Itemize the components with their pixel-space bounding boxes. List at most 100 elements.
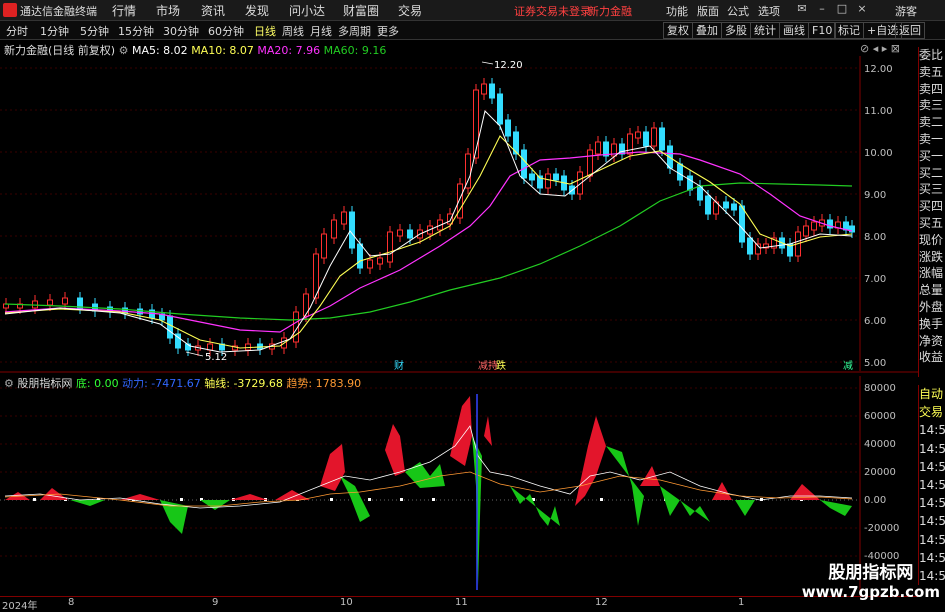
time-tick-dec: 12 [595, 597, 608, 608]
lock-icon[interactable]: ⊘ [860, 42, 869, 55]
mail-icon[interactable]: ✉ [795, 2, 809, 16]
tool-duogu[interactable]: 多股 [721, 22, 751, 39]
maximize-icon[interactable]: □ [835, 2, 849, 16]
candle-body [349, 211, 355, 249]
high-price-label: 12.20 [494, 60, 523, 71]
period-monthly[interactable]: 月线 [310, 23, 332, 39]
side-buy3[interactable]: 买三 [919, 181, 945, 198]
menu-shichang[interactable]: 市场 [156, 2, 180, 19]
side-buy2[interactable]: 买二 [919, 165, 945, 182]
side-sell4[interactable]: 卖四 [919, 81, 945, 98]
menu-jiaoyi[interactable]: 交易 [398, 2, 422, 19]
stock-link[interactable]: 新力金融 [588, 3, 632, 19]
candle-body [643, 131, 649, 147]
app-title: 通达信金融终端 [20, 5, 97, 18]
side2-time-2: 14:56 [919, 441, 945, 456]
candle-body [803, 225, 809, 237]
tool-huaxian[interactable]: 画线 [779, 22, 809, 39]
side-outer[interactable]: 外盘 [919, 299, 945, 316]
side2-time-7: 14:56 [919, 532, 945, 547]
time-tick-nov: 11 [455, 597, 468, 608]
side-buy4[interactable]: 买四 [919, 198, 945, 215]
menu-gongneng[interactable]: 功能 [666, 3, 688, 19]
side-volume[interactable]: 总量 [919, 282, 945, 299]
price-tick-9: 9.00 [864, 190, 886, 201]
tool-f10[interactable]: F10 [808, 22, 837, 39]
period-multi[interactable]: 多周期 [338, 23, 371, 39]
period-weekly[interactable]: 周线 [282, 23, 304, 39]
candle-body [497, 93, 503, 125]
tool-back[interactable]: 返回 [895, 22, 925, 39]
candle-body [62, 297, 68, 305]
side2-auto[interactable]: 自动 [919, 385, 945, 403]
side-weibi[interactable]: 委比 [919, 47, 945, 64]
period-more[interactable]: 更多 [377, 23, 399, 39]
side-change[interactable]: 涨跌 [919, 249, 945, 266]
time-axis: 2024年 8 9 10 11 12 1 [0, 596, 918, 612]
side2-trade[interactable]: 交易 [919, 403, 945, 421]
indicator-chart[interactable]: 80000 60000 40000 20000 0.00 -20000 -400… [0, 376, 918, 594]
menu-banmian[interactable]: 版面 [697, 3, 719, 19]
period-30min[interactable]: 30分钟 [163, 23, 199, 39]
period-5min[interactable]: 5分钟 [80, 23, 109, 39]
trade-side-panel: 自动 交易 14:56 14:56 14:56 14:56 14:56 14:5… [918, 385, 945, 585]
period-15min[interactable]: 15分钟 [118, 23, 154, 39]
side-turnover[interactable]: 换手 [919, 316, 945, 333]
candle-body [357, 243, 363, 269]
candle-body [659, 127, 665, 151]
price-chart[interactable]: 12.00 11.00 10.00 9.00 8.00 7.00 6.00 5.… [0, 56, 918, 374]
tool-diejia[interactable]: 叠加 [692, 22, 722, 39]
side-buy1[interactable]: 买一 [919, 148, 945, 165]
zoom-icon[interactable]: ⊠ [891, 42, 900, 55]
candle-body [481, 83, 487, 95]
side-sell1[interactable]: 卖一 [919, 131, 945, 148]
guest-label[interactable]: 游客 [895, 3, 917, 19]
event-marker-die[interactable]: 跌 [496, 359, 506, 372]
side-sell3[interactable]: 卖三 [919, 97, 945, 114]
event-marker-cai[interactable]: 财 [394, 359, 404, 372]
minimize-icon[interactable]: – [815, 2, 829, 16]
candle-body [553, 173, 559, 181]
candle-body [377, 257, 383, 265]
candle-body [587, 149, 593, 177]
candle-body [465, 153, 471, 189]
candle-body [731, 203, 737, 211]
menu-hangqing[interactable]: 行情 [112, 2, 136, 19]
candle-body [739, 205, 745, 243]
menu-wenxiaoda[interactable]: 问小达 [289, 2, 325, 19]
tool-tongji[interactable]: 统计 [750, 22, 780, 39]
tool-fuquan[interactable]: 复权 [663, 22, 693, 39]
login-warning[interactable]: 证券交易未登录 [514, 3, 591, 19]
candle-body [595, 141, 601, 155]
event-marker-jianchi[interactable]: 减持 [478, 359, 498, 372]
side-sell2[interactable]: 卖二 [919, 114, 945, 131]
period-1min[interactable]: 1分钟 [40, 23, 69, 39]
side-netasset[interactable]: 净资 [919, 333, 945, 350]
price-tick-8: 8.00 [864, 232, 886, 243]
ind-tick-40000: 40000 [864, 439, 896, 450]
menu-faxian[interactable]: 发现 [245, 2, 269, 19]
side-sell5[interactable]: 卖五 [919, 64, 945, 81]
candle-body [521, 149, 527, 179]
period-daily[interactable]: 日线 [254, 23, 276, 39]
side-change-pct[interactable]: 涨幅 [919, 265, 945, 282]
side-earning[interactable]: 收益 [919, 349, 945, 366]
period-fenshi[interactable]: 分时 [6, 23, 28, 39]
menu-gongshi[interactable]: 公式 [727, 3, 749, 19]
candle-body [167, 315, 173, 339]
candle-body [811, 221, 817, 231]
prev-icon[interactable]: ◂ [873, 42, 879, 55]
candle-body [619, 143, 625, 155]
menu-xuanxiang[interactable]: 选项 [758, 3, 780, 19]
side-buy5[interactable]: 买五 [919, 215, 945, 232]
side-price[interactable]: 现价 [919, 232, 945, 249]
close-icon[interactable]: × [855, 2, 869, 16]
menu-caifuquan[interactable]: 财富圈 [343, 2, 379, 19]
next-icon[interactable]: ▸ [882, 42, 888, 55]
tool-biaoji[interactable]: 标记 [834, 22, 864, 39]
side2-time-4: 14:56 [919, 478, 945, 493]
period-60min[interactable]: 60分钟 [208, 23, 244, 39]
event-marker-jian[interactable]: 减 [843, 360, 853, 372]
low-price-label: 5.12 [205, 352, 227, 363]
menu-zixun[interactable]: 资讯 [201, 2, 225, 19]
